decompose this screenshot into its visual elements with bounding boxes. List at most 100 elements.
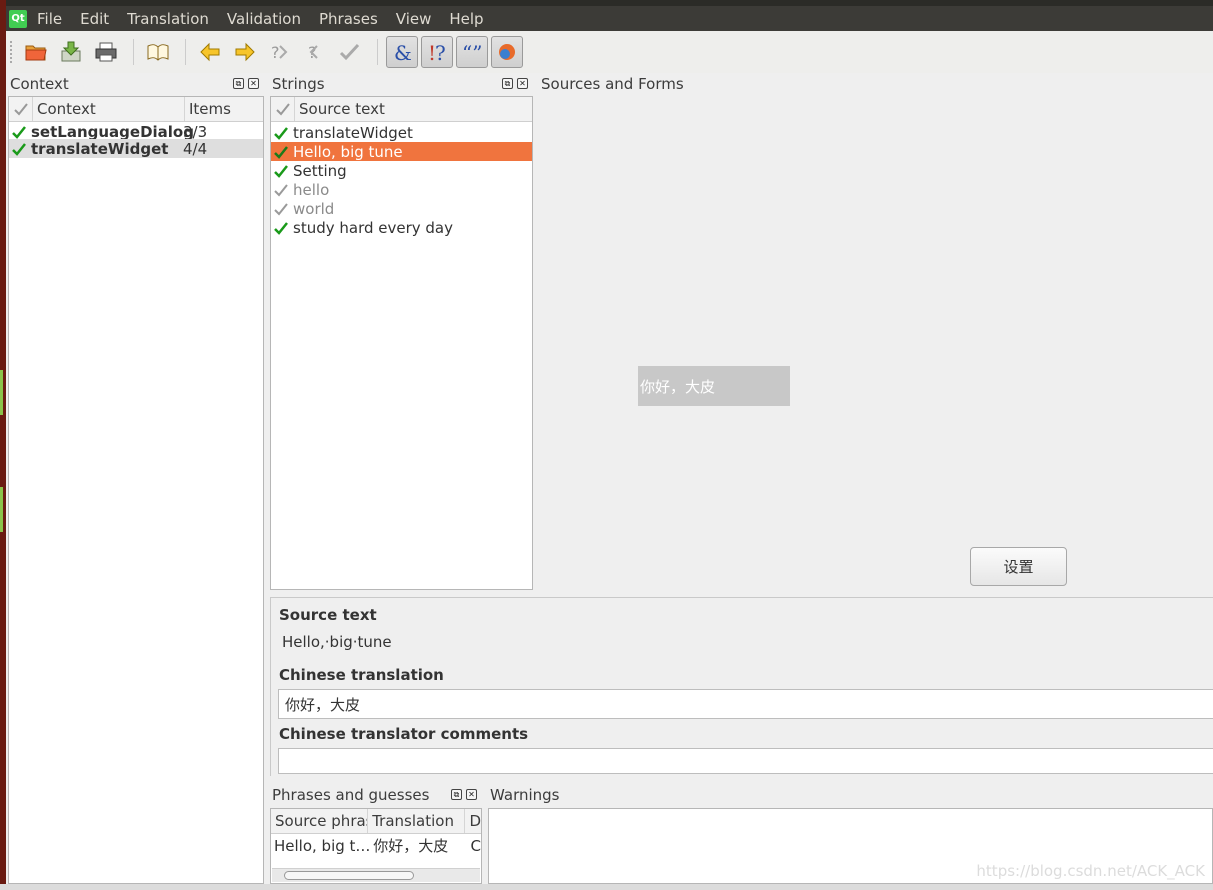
phrases-panel: Source phrase Translation D Hello, big t… bbox=[270, 808, 482, 884]
next-unfinished-icon[interactable]: ? bbox=[299, 36, 331, 68]
svg-text:?: ? bbox=[435, 41, 446, 64]
string-row-2[interactable]: Setting bbox=[271, 161, 532, 180]
done-check-icon bbox=[12, 142, 26, 156]
source-text-value: Hello,·big·tune bbox=[282, 633, 392, 651]
phrases-dock-buttons: ⧉ ✕ bbox=[451, 789, 477, 800]
svg-text:&: & bbox=[394, 41, 412, 64]
context-row-1[interactable]: translateWidget 4/4 bbox=[9, 139, 263, 158]
phrase-match-icon[interactable]: “” bbox=[456, 36, 488, 68]
source-text-column-header[interactable]: Source text bbox=[295, 97, 532, 121]
menu-help[interactable]: Help bbox=[449, 10, 483, 28]
string-source: Setting bbox=[293, 161, 347, 180]
phrasebook-icon[interactable] bbox=[142, 36, 174, 68]
strings-header: Source text bbox=[271, 97, 532, 122]
string-source: translateWidget bbox=[293, 123, 413, 142]
context-dock-title: Context bbox=[10, 75, 69, 93]
context-header: Context Items bbox=[9, 97, 263, 122]
float-icon[interactable]: ⧉ bbox=[451, 789, 462, 800]
check-icon bbox=[276, 103, 290, 116]
check-column-header[interactable] bbox=[9, 97, 33, 121]
save-icon[interactable] bbox=[55, 36, 87, 68]
comments-label: Chinese translator comments bbox=[279, 725, 529, 743]
toolbar-separator bbox=[185, 39, 186, 65]
translation-editor: Source text Hello,·big·tune Chinese tran… bbox=[270, 597, 1213, 776]
string-row-1[interactable]: Hello, big tune bbox=[271, 142, 532, 161]
obsolete-check-icon bbox=[274, 183, 288, 196]
toolbar: ? ? & !? “” bbox=[6, 31, 1213, 73]
check-column-header[interactable] bbox=[271, 97, 295, 121]
menu-validation[interactable]: Validation bbox=[227, 10, 301, 28]
close-icon[interactable]: ✕ bbox=[466, 789, 477, 800]
strings-dock-title: Strings bbox=[272, 75, 325, 93]
toolbar-grip[interactable] bbox=[10, 41, 14, 63]
string-source: study hard every day bbox=[293, 218, 453, 237]
string-row-0[interactable]: translateWidget bbox=[271, 123, 532, 142]
svg-text:?: ? bbox=[271, 43, 280, 62]
scrollbar-thumb[interactable] bbox=[284, 871, 414, 880]
translation-label: Chinese translation bbox=[279, 666, 444, 684]
toolbar-separator bbox=[377, 39, 378, 65]
items-column-header[interactable]: Items bbox=[185, 97, 263, 121]
source-phrase-column-header[interactable]: Source phrase bbox=[271, 809, 369, 833]
context-column-header[interactable]: Context bbox=[33, 97, 185, 121]
definition-column-header[interactable]: D bbox=[465, 809, 481, 833]
svg-text:“”: “” bbox=[462, 41, 482, 64]
obsolete-check-icon bbox=[274, 202, 288, 215]
string-source: Hello, big tune bbox=[293, 142, 403, 161]
menu-edit[interactable]: Edit bbox=[80, 10, 109, 28]
phrases-horizontal-scrollbar[interactable] bbox=[272, 868, 480, 882]
punctuation-check-icon[interactable]: !? bbox=[421, 36, 453, 68]
menu-phrases[interactable]: Phrases bbox=[319, 10, 378, 28]
prev-unfinished-icon[interactable]: ? bbox=[264, 36, 296, 68]
done-next-icon[interactable] bbox=[334, 36, 366, 68]
form-preview-label: 你好，大皮 bbox=[638, 366, 790, 406]
context-dock-buttons: ⧉ ✕ bbox=[233, 78, 259, 89]
menu-view[interactable]: View bbox=[396, 10, 432, 28]
print-icon[interactable] bbox=[90, 36, 122, 68]
form-preview-setting-button[interactable]: 设置 bbox=[970, 547, 1067, 586]
context-items: 3/3 bbox=[183, 122, 208, 141]
launcher-indicator bbox=[0, 370, 3, 415]
context-panel: Context Items setLanguageDialog 3/3 tran… bbox=[8, 96, 264, 884]
phrase-translation: 你好，大皮 bbox=[373, 837, 449, 855]
toolbar-separator bbox=[133, 39, 134, 65]
open-icon[interactable] bbox=[20, 36, 52, 68]
done-check-icon bbox=[274, 145, 288, 159]
done-check-icon bbox=[274, 221, 288, 235]
translation-field[interactable]: 你好，大皮 bbox=[278, 689, 1213, 719]
check-icon bbox=[14, 103, 28, 116]
prev-icon[interactable] bbox=[194, 36, 226, 68]
float-icon[interactable]: ⧉ bbox=[502, 78, 513, 89]
done-check-icon bbox=[274, 126, 288, 140]
translator-comments-field[interactable] bbox=[278, 748, 1213, 774]
string-source: hello bbox=[293, 180, 330, 199]
menu-file[interactable]: File bbox=[37, 10, 62, 28]
menubar: Qt File Edit Translation Validation Phra… bbox=[6, 6, 1213, 31]
context-items: 4/4 bbox=[183, 139, 208, 158]
done-check-icon bbox=[274, 164, 288, 178]
string-row-4[interactable]: world bbox=[271, 199, 532, 218]
phrases-dock-title: Phrases and guesses bbox=[272, 786, 430, 804]
strings-dock-buttons: ⧉ ✕ bbox=[502, 78, 528, 89]
translation-column-header[interactable]: Translation bbox=[368, 809, 466, 833]
float-icon[interactable]: ⧉ bbox=[233, 78, 244, 89]
sources-dock-title: Sources and Forms bbox=[541, 75, 684, 93]
source-text-label: Source text bbox=[279, 606, 377, 624]
context-name: setLanguageDialog bbox=[31, 122, 194, 141]
done-check-icon bbox=[12, 125, 26, 139]
close-icon[interactable]: ✕ bbox=[248, 78, 259, 89]
close-icon[interactable]: ✕ bbox=[517, 78, 528, 89]
watermark-text: https://blog.csdn.net/ACK_ACK bbox=[976, 862, 1205, 880]
string-row-5[interactable]: study hard every day bbox=[271, 218, 532, 237]
status-bar bbox=[0, 884, 1213, 890]
phrase-definition: C bbox=[470, 836, 481, 855]
menu-translation[interactable]: Translation bbox=[127, 10, 209, 28]
string-source: world bbox=[293, 199, 335, 218]
phrase-row-0[interactable]: Hello, big t… 你好，大皮 C bbox=[271, 836, 481, 856]
qt-logo-icon: Qt bbox=[9, 9, 27, 28]
context-name: translateWidget bbox=[31, 139, 169, 158]
accelerator-check-icon[interactable]: & bbox=[386, 36, 418, 68]
string-row-3[interactable]: hello bbox=[271, 180, 532, 199]
next-icon[interactable] bbox=[229, 36, 261, 68]
placeholder-check-icon[interactable] bbox=[491, 36, 523, 68]
